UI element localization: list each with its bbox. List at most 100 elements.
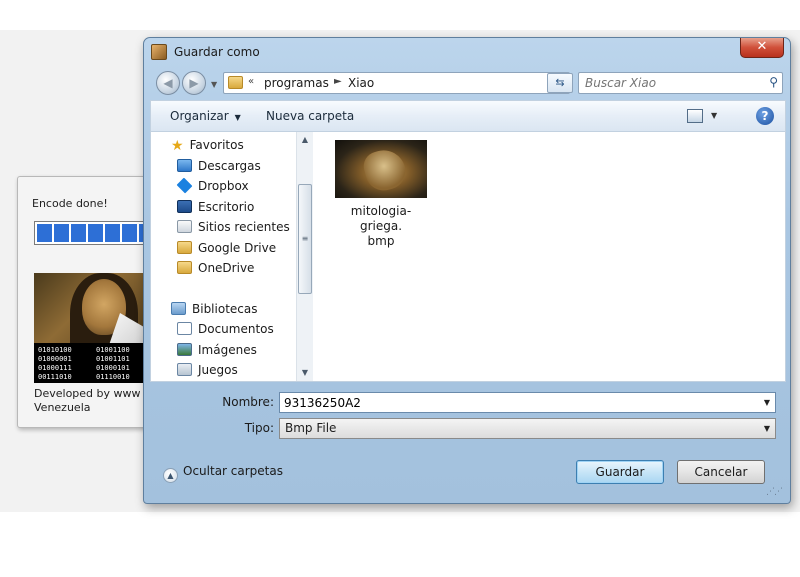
browser-content: ★ Favoritos Descargas Dropbox Escritorio … bbox=[150, 132, 786, 382]
progress-segment bbox=[122, 224, 137, 242]
command-toolbar: Organizar ▼ Nueva carpeta ▼ ? bbox=[150, 100, 786, 132]
filetype-select[interactable]: Bmp File ▼ bbox=[279, 418, 776, 439]
filename-label: Nombre: bbox=[222, 395, 274, 409]
binary-text: 00111010 bbox=[38, 373, 72, 381]
nav-libraries[interactable]: Bibliotecas bbox=[171, 302, 257, 320]
games-icon bbox=[177, 363, 192, 376]
nav-label: Sitios recientes bbox=[198, 220, 290, 234]
cancel-button[interactable]: Cancelar bbox=[677, 460, 765, 484]
nav-label: Escritorio bbox=[198, 200, 255, 214]
breadcrumb-xiao[interactable]: Xiao bbox=[348, 76, 374, 90]
documents-icon bbox=[177, 322, 192, 335]
mona-lisa-logo-image: 01010100 01000001 01000111 00111010 0100… bbox=[34, 273, 158, 383]
nav-item-descargas[interactable]: Descargas bbox=[177, 159, 261, 177]
hide-folders-label: Ocultar carpetas bbox=[183, 464, 283, 478]
nav-scrollbar[interactable]: ▲ ≡ ▼ bbox=[296, 132, 313, 381]
desktop-icon bbox=[177, 200, 192, 213]
dialog-title: Guardar como bbox=[174, 45, 260, 59]
file-name: mitologia-griega. bmp bbox=[331, 204, 431, 249]
nav-label: Juegos bbox=[198, 363, 238, 377]
save-as-dialog: Guardar como ✕ ◀ ▶ ▼ « programas ► Xiao … bbox=[143, 37, 791, 504]
progress-segment bbox=[105, 224, 120, 242]
hide-folders-button[interactable]: ▲ Ocultar carpetas bbox=[163, 464, 283, 483]
search-icon[interactable]: ⚲ bbox=[769, 75, 778, 89]
help-icon[interactable]: ? bbox=[756, 107, 774, 125]
nav-item-onedrive[interactable]: OneDrive bbox=[177, 261, 254, 279]
nav-item-imagenes[interactable]: Imágenes bbox=[177, 343, 257, 361]
nav-item-google-drive[interactable]: Google Drive bbox=[177, 241, 276, 259]
file-thumbnail bbox=[335, 140, 427, 198]
search-box[interactable]: ⚲ bbox=[578, 72, 783, 94]
chevron-up-icon: ▲ bbox=[163, 468, 178, 483]
filename-input[interactable] bbox=[280, 393, 750, 412]
encoder-app-window: Encode done! 01010100 01000001 01000111 … bbox=[17, 176, 170, 428]
nav-label: Dropbox bbox=[198, 179, 249, 193]
breadcrumb-overflow[interactable]: « bbox=[248, 76, 254, 87]
save-options-panel: Nombre: ▼ Tipo: Bmp File ▼ ▲ Ocultar carp… bbox=[150, 382, 786, 500]
scroll-down-icon[interactable]: ▼ bbox=[297, 365, 313, 381]
binary-text: 01010100 bbox=[38, 346, 72, 354]
resize-grip-icon[interactable]: ⋰⋰ bbox=[766, 487, 783, 497]
nav-label: Documentos bbox=[198, 322, 274, 336]
progress-segment bbox=[88, 224, 103, 242]
nav-favorites[interactable]: ★ Favoritos bbox=[171, 138, 244, 156]
nav-label: OneDrive bbox=[198, 261, 255, 275]
libraries-icon bbox=[171, 302, 186, 315]
folder-icon bbox=[228, 76, 243, 89]
back-arrow-icon[interactable]: ◀ bbox=[156, 71, 180, 95]
filename-field[interactable]: ▼ bbox=[279, 392, 776, 413]
filetype-label: Tipo: bbox=[244, 421, 274, 435]
file-extension: bmp bbox=[367, 234, 395, 248]
save-button[interactable]: Guardar bbox=[576, 460, 664, 484]
pictures-icon bbox=[177, 343, 192, 356]
close-button[interactable]: ✕ bbox=[740, 38, 784, 58]
nav-label: Bibliotecas bbox=[192, 302, 258, 316]
view-options-dropdown-icon[interactable]: ▼ bbox=[711, 111, 717, 120]
progress-segment bbox=[71, 224, 86, 242]
filetype-dropdown-icon[interactable]: ▼ bbox=[759, 419, 775, 438]
nav-item-escritorio[interactable]: Escritorio bbox=[177, 200, 254, 218]
nav-label: Descargas bbox=[198, 159, 261, 173]
nav-label: Imágenes bbox=[198, 343, 257, 357]
nav-label: Favoritos bbox=[189, 138, 244, 152]
change-view-icon[interactable] bbox=[687, 109, 703, 123]
title-bar[interactable]: Guardar como ✕ bbox=[144, 38, 790, 68]
search-input[interactable] bbox=[579, 73, 749, 93]
binary-overlay: 01010100 01000001 01000111 00111010 0100… bbox=[34, 343, 158, 383]
nav-item-dropbox[interactable]: Dropbox bbox=[176, 177, 249, 197]
organize-menu-button[interactable]: Organizar ▼ bbox=[170, 109, 241, 123]
organize-label: Organizar bbox=[170, 109, 229, 123]
file-item[interactable]: mitologia-griega. bmp bbox=[331, 140, 431, 249]
navigation-bar: ◀ ▶ ▼ « programas ► Xiao ▼ ⇆ ⚲ bbox=[144, 68, 790, 98]
binary-text: 01000001 bbox=[38, 355, 72, 363]
address-bar[interactable]: « programas ► Xiao ▼ bbox=[223, 72, 570, 94]
star-icon: ★ bbox=[171, 138, 184, 154]
recent-locations-dropdown-icon[interactable]: ▼ bbox=[211, 80, 217, 89]
new-folder-button[interactable]: Nueva carpeta bbox=[266, 109, 354, 123]
nav-label: Google Drive bbox=[198, 241, 277, 255]
nav-item-juegos[interactable]: Juegos bbox=[177, 363, 238, 381]
scroll-up-icon[interactable]: ▲ bbox=[297, 132, 313, 148]
progress-segment bbox=[37, 224, 52, 242]
file-list: mitologia-griega. bmp bbox=[314, 132, 787, 381]
folder-icon bbox=[177, 241, 192, 254]
forward-arrow-icon[interactable]: ▶ bbox=[182, 71, 206, 95]
recent-places-icon bbox=[177, 220, 192, 233]
chevron-down-icon: ▼ bbox=[234, 113, 241, 122]
dropbox-icon bbox=[176, 177, 193, 194]
binary-text: 01000111 bbox=[38, 364, 72, 372]
encode-status-text: Encode done! bbox=[32, 197, 108, 210]
scroll-thumb[interactable]: ≡ bbox=[298, 184, 312, 294]
breadcrumb-programas[interactable]: programas bbox=[264, 76, 329, 90]
folder-icon bbox=[177, 261, 192, 274]
navigation-pane: ★ Favoritos Descargas Dropbox Escritorio … bbox=[151, 132, 313, 381]
downloads-icon bbox=[177, 159, 192, 172]
refresh-icon[interactable]: ⇆ bbox=[547, 73, 573, 93]
nav-item-sitios-recientes[interactable]: Sitios recientes bbox=[177, 220, 290, 238]
breadcrumb-arrow[interactable]: ► bbox=[334, 76, 342, 87]
progress-segment bbox=[54, 224, 69, 242]
filename-dropdown-icon[interactable]: ▼ bbox=[759, 393, 775, 412]
nav-item-documentos[interactable]: Documentos bbox=[177, 322, 274, 340]
file-name-line: mitologia-griega. bbox=[350, 204, 412, 233]
app-icon bbox=[151, 44, 167, 60]
